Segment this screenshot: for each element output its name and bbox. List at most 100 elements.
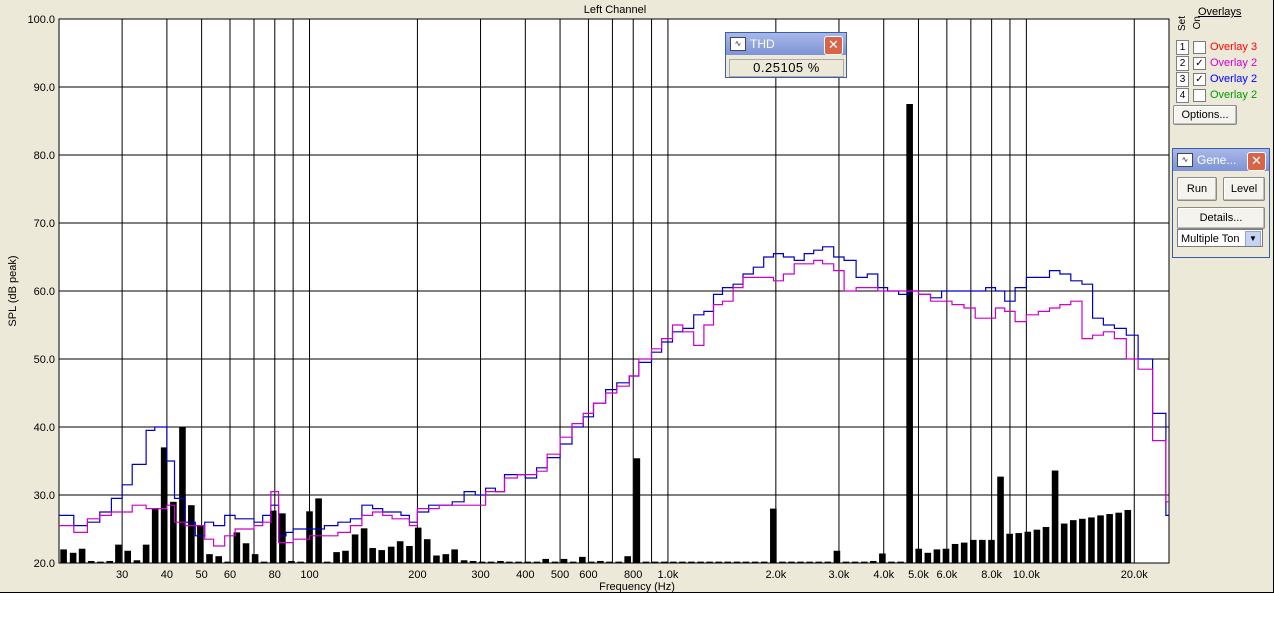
bar — [1069, 520, 1077, 563]
bar — [1024, 531, 1032, 563]
bar — [806, 561, 813, 563]
x-tick-label: 600 — [579, 569, 597, 581]
bar — [251, 554, 259, 563]
bar — [414, 527, 422, 563]
bar — [524, 561, 531, 563]
bar — [151, 508, 159, 563]
bar — [1060, 523, 1068, 563]
overlays-panel: Overlays Set On 1 Overlay 3 2 ✓ Overlay … — [1172, 4, 1272, 126]
y-tick-label: 30.0 — [34, 490, 55, 502]
generator-title: Gene... — [1197, 153, 1237, 167]
bar — [1124, 509, 1132, 563]
bar — [670, 561, 677, 563]
bar — [960, 542, 968, 563]
overlay-set-button[interactable]: 4 — [1176, 88, 1189, 103]
x-tick-label: 10.0k — [1013, 569, 1040, 581]
checkmark-icon: ✓ — [1195, 74, 1204, 85]
bar — [197, 525, 204, 563]
bar — [706, 561, 713, 563]
bar — [587, 561, 595, 563]
chevron-down-icon[interactable]: ▼ — [1245, 231, 1261, 246]
bar — [97, 561, 104, 563]
bar — [624, 556, 631, 563]
bar — [460, 560, 468, 563]
close-icon[interactable]: ✕ — [824, 36, 843, 55]
bar — [833, 550, 841, 563]
bar — [597, 560, 604, 563]
bar — [533, 561, 541, 563]
bar — [433, 555, 440, 563]
bar — [423, 539, 431, 563]
y-tick-label: 50.0 — [34, 354, 55, 366]
x-tick-label: 500 — [551, 569, 569, 581]
bar — [106, 560, 113, 563]
on-label: On — [1192, 16, 1203, 30]
bar — [979, 539, 986, 563]
x-axis-label: Frequency (Hz) — [599, 581, 675, 593]
bar — [724, 561, 732, 563]
app-window: Left Channel 20.0 30.0 40.0 50.0 60.0 70.0 80.… — [0, 0, 1274, 593]
bar — [442, 554, 450, 563]
bar — [179, 427, 186, 563]
bar — [788, 561, 795, 563]
y-tick-labels: 20.0 30.0 40.0 50.0 60.0 70.0 80.0 90.0 100.0 — [27, 14, 55, 570]
bar — [1115, 512, 1123, 563]
bar — [69, 552, 77, 563]
x-tick-label: 30 — [116, 569, 128, 581]
page-background — [0, 593, 1274, 637]
x-tick-label: 200 — [408, 569, 426, 581]
details-button[interactable]: Details... — [1177, 207, 1265, 229]
overlay-checkbox[interactable] — [1193, 41, 1206, 54]
overlay-checkbox[interactable] — [1193, 89, 1206, 102]
bar — [688, 561, 695, 563]
overlay-label: Overlay 3 — [1210, 41, 1258, 53]
generator-window: ∿ Gene... ✕ Run Level Details... Multipl… — [1172, 148, 1270, 258]
overlay-set-button[interactable]: 2 — [1176, 56, 1189, 71]
bar — [579, 556, 586, 563]
bar — [170, 501, 177, 563]
bar — [679, 561, 686, 563]
overlay-row-1: 1 Overlay 3 — [1174, 40, 1272, 55]
bar — [906, 104, 913, 563]
overlay-set-button[interactable]: 1 — [1176, 40, 1189, 55]
bar — [133, 560, 141, 563]
thd-titlebar[interactable]: ∿ THD ✕ — [726, 33, 846, 55]
bar — [770, 508, 777, 563]
bar — [260, 561, 268, 563]
overlay-row-2: 2 ✓ Overlay 2 — [1174, 56, 1272, 71]
set-label: Set — [1177, 16, 1188, 32]
overlay-checkbox[interactable]: ✓ — [1193, 73, 1206, 86]
bar — [315, 498, 322, 563]
level-button[interactable]: Level — [1223, 177, 1265, 201]
run-button[interactable]: Run — [1177, 177, 1217, 201]
bar — [387, 546, 395, 563]
y-tick-label: 60.0 — [34, 286, 55, 298]
overlay-checkbox[interactable]: ✓ — [1193, 57, 1206, 70]
bar — [1033, 529, 1041, 563]
x-tick-label: 100 — [300, 569, 318, 581]
bar — [333, 552, 340, 563]
y-tick-label: 80.0 — [34, 150, 55, 162]
bar — [797, 561, 804, 563]
chart-title: Left Channel — [584, 4, 646, 16]
x-tick-label: 800 — [624, 569, 642, 581]
bar — [1088, 517, 1095, 563]
signal-type-select[interactable]: Multiple Ton ▼ — [1177, 229, 1263, 247]
thd-title: THD — [750, 37, 775, 51]
close-icon[interactable]: ✕ — [1247, 152, 1266, 171]
bar — [487, 561, 495, 563]
overlays-title: Overlays — [1198, 6, 1242, 18]
bar — [188, 505, 195, 563]
overlay-label: Overlay 2 — [1210, 89, 1258, 101]
y-tick-label: 100.0 — [27, 14, 55, 26]
x-tick-label: 20.0k — [1121, 569, 1148, 581]
bar — [1015, 533, 1023, 563]
bar — [1079, 518, 1086, 563]
bar — [760, 561, 768, 563]
overlay-set-button[interactable]: 3 — [1176, 72, 1189, 87]
x-tick-label: 5.0k — [908, 569, 929, 581]
options-button[interactable]: Options... — [1173, 105, 1237, 125]
x-tick-label: 8.0k — [981, 569, 1002, 581]
bar — [451, 549, 458, 563]
generator-titlebar[interactable]: ∿ Gene... ✕ — [1173, 149, 1269, 171]
